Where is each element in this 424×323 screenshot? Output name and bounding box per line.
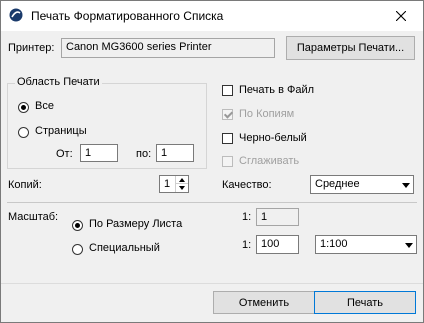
scale-fit-radio[interactable] [72, 220, 83, 231]
fit-ratio-value: 1 [261, 211, 268, 223]
smoothing-checkbox[interactable] [222, 156, 233, 167]
quality-value: Среднее [315, 178, 360, 190]
custom-ratio-input[interactable]: 100 [256, 235, 299, 254]
custom-ratio-prefix: 1: [242, 239, 252, 251]
scale-custom-label[interactable]: Специальный [89, 242, 160, 254]
pages-to-label: по: [136, 148, 152, 160]
pages-from-input[interactable]: 1 [80, 144, 118, 162]
spin-up-icon[interactable] [175, 176, 188, 184]
smoothing-label: Сглаживать [239, 155, 300, 167]
print-pages-label[interactable]: Страницы [35, 125, 87, 137]
cancel-button[interactable]: Отменить [213, 291, 315, 314]
close-icon [396, 11, 406, 21]
printer-name: Canon MG3600 series Printer [66, 41, 212, 53]
copies-spinner[interactable]: 1 [159, 175, 189, 193]
printer-settings-label: Параметры Печати... [296, 42, 405, 54]
scale-preset-value: 1:100 [320, 238, 348, 250]
app-logo-icon [9, 8, 23, 22]
copies-label: Копий: [8, 179, 42, 191]
printer-name-field: Canon MG3600 series Printer [61, 38, 275, 58]
copies-value: 1 [164, 178, 171, 190]
print-dialog: Печать Форматированного Списка Принтер: … [0, 0, 424, 323]
by-copies-checkbox[interactable] [222, 109, 233, 120]
print-to-file-label[interactable]: Печать в Файл [239, 84, 314, 96]
chevron-down-icon [402, 183, 410, 188]
pages-from-value: 1 [85, 147, 92, 159]
pages-to-value: 1 [161, 147, 168, 159]
window-title: Печать Форматированного Списка [31, 9, 224, 23]
cancel-label: Отменить [238, 296, 290, 309]
scale-preset-select[interactable]: 1:100 [315, 235, 417, 254]
by-copies-label: По Копиям [239, 108, 295, 120]
print-area-group-label: Область Печати [15, 76, 102, 88]
black-white-checkbox[interactable] [222, 133, 233, 144]
printer-label: Принтер: [8, 42, 55, 54]
divider [7, 202, 417, 203]
print-label: Печать [346, 296, 384, 309]
footer-divider [1, 283, 423, 284]
print-pages-radio[interactable] [18, 127, 29, 138]
quality-select[interactable]: Среднее [310, 175, 414, 194]
print-all-label[interactable]: Все [35, 100, 54, 112]
pages-to-input[interactable]: 1 [156, 144, 194, 162]
printer-settings-button[interactable]: Параметры Печати... [286, 36, 415, 60]
spin-down-icon[interactable] [175, 184, 188, 192]
close-button[interactable] [379, 1, 423, 31]
pages-from-label: От: [56, 148, 73, 160]
fit-ratio-field: 1 [256, 208, 299, 226]
print-to-file-checkbox[interactable] [222, 85, 233, 96]
scale-custom-radio[interactable] [72, 244, 83, 255]
custom-ratio-value: 100 [261, 238, 280, 250]
scale-fit-label[interactable]: По Размеру Листа [89, 218, 182, 230]
quality-label: Качество: [222, 179, 272, 191]
fit-ratio-prefix: 1: [242, 211, 252, 223]
scale-label: Масштаб: [8, 211, 59, 223]
print-all-radio[interactable] [18, 102, 29, 113]
title-bar: Печать Форматированного Списка [1, 1, 423, 31]
print-button[interactable]: Печать [314, 291, 416, 314]
chevron-down-icon [405, 243, 413, 248]
black-white-label[interactable]: Черно-белый [239, 132, 307, 144]
